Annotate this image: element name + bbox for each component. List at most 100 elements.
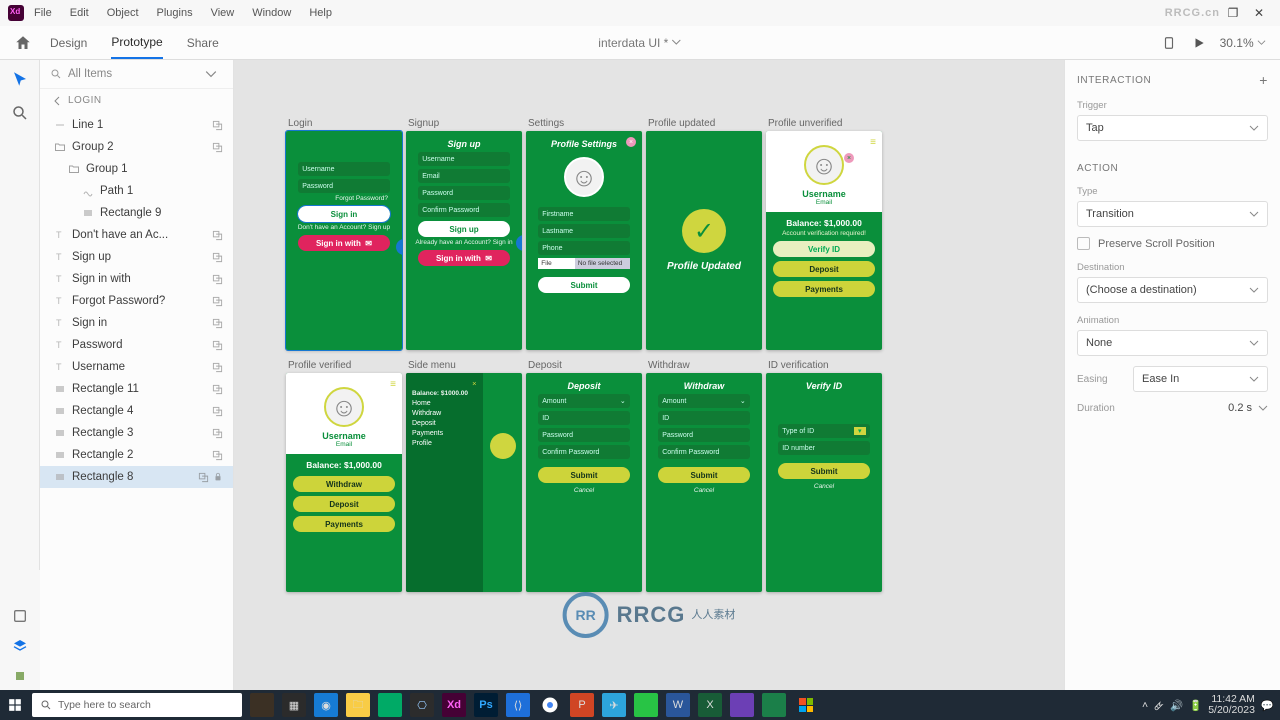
artboard[interactable]: Verify IDType of ID▾ID numberSubmitCance… [766, 373, 882, 592]
artboard-label[interactable]: Settings [528, 118, 642, 129]
tray-chevron-icon[interactable]: ˄ [1142, 699, 1148, 711]
artboard-label[interactable]: Profile verified [288, 360, 402, 371]
taskbar-telegram[interactable]: ✈ [602, 693, 626, 717]
artboard[interactable]: Profile Settings☺×FirstnameLastnamePhone… [526, 131, 642, 350]
zoom-tool-icon[interactable] [11, 104, 29, 122]
taskbar-app-1[interactable] [250, 693, 274, 717]
artboard[interactable]: UsernamePasswordForgot Password?Sign inD… [286, 131, 402, 350]
menu-edit[interactable]: Edit [70, 7, 89, 19]
layer-row[interactable]: TForgot Password? [40, 290, 233, 312]
layers-search[interactable]: All Items [40, 60, 233, 89]
tab-design[interactable]: Design [50, 28, 87, 58]
taskbar-app-8[interactable] [794, 693, 818, 717]
taskbar-chrome[interactable] [538, 693, 562, 717]
artboard[interactable]: Sign upUsernameEmailPasswordConfirm Pass… [406, 131, 522, 350]
canvas[interactable]: RR LoginUsernamePasswordForgot Password?… [234, 60, 1064, 690]
taskbar-app-3[interactable] [378, 693, 402, 717]
plugins-icon[interactable] [12, 668, 28, 684]
taskbar-edge[interactable]: ◉ [314, 693, 338, 717]
layer-row[interactable]: TSign up [40, 246, 233, 268]
taskbar-xd[interactable]: Xd [442, 693, 466, 717]
artboard-label[interactable]: Deposit [528, 360, 642, 371]
taskbar-powerpoint[interactable]: P [570, 693, 594, 717]
layer-row[interactable]: Path 1 [40, 180, 233, 202]
taskbar-app-5[interactable] [634, 693, 658, 717]
trigger-select[interactable]: Tap [1077, 115, 1268, 141]
layer-row[interactable]: Rectangle 3 [40, 422, 233, 444]
layer-row[interactable]: TSign in [40, 312, 233, 334]
tab-share[interactable]: Share [187, 28, 219, 58]
type-label: Type [1077, 186, 1268, 197]
artboard[interactable]: ≡☺UsernameEmailBalance: $1,000.00Withdra… [286, 373, 402, 592]
taskbar-app-2[interactable]: ▦ [282, 693, 306, 717]
artboard[interactable]: ×Balance: $1000.00HomeWithdrawDepositPay… [406, 373, 522, 592]
artboard-label[interactable]: Signup [408, 118, 522, 129]
taskbar-app-4[interactable]: ⎔ [410, 693, 434, 717]
artboard[interactable]: WithdrawAmount⌄IDPasswordConfirm Passwor… [646, 373, 762, 592]
layers-icon[interactable] [12, 638, 28, 654]
taskbar-search[interactable]: Type here to search [32, 693, 242, 717]
layer-row[interactable]: Rectangle 2 [40, 444, 233, 466]
layer-row[interactable]: TSign in with [40, 268, 233, 290]
taskbar-vscode[interactable]: ⟨⟩ [506, 693, 530, 717]
taskbar-ps[interactable]: Ps [474, 693, 498, 717]
chevron-down-icon[interactable] [205, 68, 217, 80]
battery-icon[interactable]: 🔋 [1189, 699, 1202, 712]
restore-icon[interactable]: ❐ [1220, 6, 1246, 20]
tab-prototype[interactable]: Prototype [111, 27, 162, 59]
artboard[interactable]: DepositAmount⌄IDPasswordConfirm Password… [526, 373, 642, 592]
add-interaction-icon[interactable]: + [1259, 72, 1268, 88]
layer-row[interactable]: TPassword [40, 334, 233, 356]
layer-row[interactable]: Rectangle 8 [40, 466, 233, 488]
menu-file[interactable]: File [34, 7, 52, 19]
start-icon[interactable] [6, 698, 24, 712]
wifi-icon[interactable]: 🜸 [1154, 694, 1164, 716]
animation-select[interactable]: None [1077, 330, 1268, 356]
layer-row[interactable]: Group 2 [40, 136, 233, 158]
destination-select[interactable]: (Choose a destination) [1077, 277, 1268, 303]
taskbar-app-6[interactable] [730, 693, 754, 717]
home-icon[interactable] [14, 34, 32, 52]
artboard-label[interactable]: ID verification [768, 360, 882, 371]
chevron-down-icon[interactable] [1258, 403, 1268, 413]
artboard-label[interactable]: Profile unverified [768, 118, 882, 129]
easing-select[interactable]: Ease In [1133, 366, 1268, 392]
zoom-level[interactable]: 30.1% [1220, 36, 1266, 50]
menu-plugins[interactable]: Plugins [157, 7, 193, 19]
layer-row[interactable]: TUsername [40, 356, 233, 378]
libraries-icon[interactable] [12, 608, 28, 624]
taskbar-excel[interactable]: X [698, 693, 722, 717]
notification-icon[interactable]: 💬 [1261, 699, 1274, 712]
layer-row[interactable]: Rectangle 4 [40, 400, 233, 422]
layer-row[interactable]: Rectangle 11 [40, 378, 233, 400]
system-tray[interactable]: ˄ 🜸 🔊 🔋 11:42 AM5/20/2023 💬 [1142, 694, 1274, 716]
artboard-label[interactable]: Login [288, 118, 402, 129]
layers-back[interactable]: LOGIN [40, 89, 233, 112]
document-title[interactable]: interdata UI * [598, 36, 681, 50]
close-icon[interactable]: ✕ [1246, 6, 1272, 20]
taskbar-word[interactable]: W [666, 693, 690, 717]
preserve-scroll-checkbox[interactable]: Preserve Scroll Position [1077, 237, 1268, 250]
layer-row[interactable]: Group 1 [40, 158, 233, 180]
play-icon[interactable] [1192, 36, 1206, 50]
select-tool-icon[interactable] [11, 70, 29, 88]
menu-help[interactable]: Help [309, 7, 332, 19]
menu-view[interactable]: View [211, 7, 235, 19]
layer-row[interactable]: Rectangle 9 [40, 202, 233, 224]
layer-row[interactable]: Line 1 [40, 114, 233, 136]
device-icon[interactable] [1162, 36, 1176, 50]
menu-window[interactable]: Window [252, 7, 291, 19]
artboard-label[interactable]: Withdraw [648, 360, 762, 371]
menu-object[interactable]: Object [107, 7, 139, 19]
taskbar-app-7[interactable] [762, 693, 786, 717]
taskbar-clock[interactable]: 11:42 AM5/20/2023 [1208, 694, 1255, 716]
artboard-label[interactable]: Profile updated [648, 118, 762, 129]
artboard[interactable]: ≡☺×UsernameEmailBalance: $1,000.00Accoun… [766, 131, 882, 350]
type-select[interactable]: Transition [1077, 201, 1268, 227]
layer-row[interactable]: TDon't have an Ac... [40, 224, 233, 246]
artboard-label[interactable]: Side menu [408, 360, 522, 371]
taskbar-explorer[interactable]: 🗀 [346, 693, 370, 717]
duration-value[interactable]: 0.2 s [1133, 402, 1258, 414]
artboard[interactable]: ✓Profile Updated [646, 131, 762, 350]
volume-icon[interactable]: 🔊 [1170, 699, 1183, 712]
